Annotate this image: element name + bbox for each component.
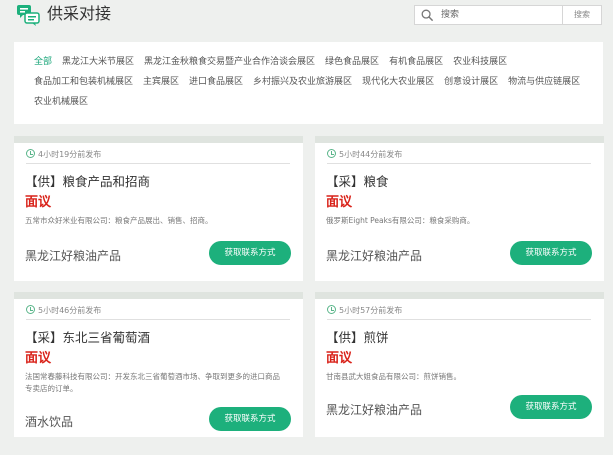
listing-title[interactable]: 【供】煎饼 (326, 327, 389, 346)
divider (327, 163, 591, 164)
search-icon (421, 9, 434, 22)
get-contact-button[interactable]: 获取联系方式 (510, 241, 592, 265)
listing-card[interactable]: 5小时57分前发布【供】煎饼面议甘南县武大姐食品有限公司：煎饼销售。黑龙江好粮油… (315, 292, 604, 437)
category-item[interactable]: 乡村振兴及农业旅游展区 (253, 72, 352, 92)
category-item[interactable]: 进口食品展区 (189, 72, 243, 92)
get-contact-button[interactable]: 获取联系方式 (209, 407, 291, 431)
price-label: 面议 (25, 195, 52, 210)
category-item[interactable]: 物流与供应链展区 (508, 72, 580, 92)
listing-description: 俄罗斯Eight Peaks有限公司：粮食采购商。 (326, 216, 475, 225)
publish-time-text: 4小时19分前发布 (38, 150, 102, 159)
listing-description: 甘南县武大姐食品有限公司：煎饼销售。 (326, 372, 461, 381)
publish-time: 5小时46分前发布 (26, 305, 101, 317)
category-item[interactable]: 黑龙江大米节展区 (62, 52, 134, 72)
divider (26, 319, 290, 320)
page-title: 供采对接 (47, 4, 112, 23)
listing-card[interactable]: 5小时44分前发布【采】粮食面议俄罗斯Eight Peaks有限公司：粮食采购商… (315, 136, 604, 281)
get-contact-button[interactable]: 获取联系方式 (510, 395, 592, 419)
listing-description: 五常市众好米业有限公司：粮食产品展出、销售、招商。 (25, 216, 213, 225)
listing-card[interactable]: 4小时19分前发布【供】粮食产品和招商面议五常市众好米业有限公司：粮食产品展出、… (14, 136, 303, 281)
publish-time: 5小时57分前发布 (327, 305, 402, 317)
chat-bubbles-icon (17, 5, 40, 26)
clock-icon (327, 305, 336, 314)
category-item[interactable]: 现代化大农业展区 (362, 72, 434, 92)
product-category: 黑龙江好粮油产品 (326, 403, 423, 417)
get-contact-button[interactable]: 获取联系方式 (209, 241, 291, 265)
clock-icon (26, 305, 35, 314)
category-filter-panel: 全部 黑龙江大米节展区 黑龙江金秋粮食交易暨产业合作洽谈会展区 绿色食品展区 有机食品展… (14, 42, 603, 124)
price-label: 面议 (326, 195, 353, 210)
divider (26, 163, 290, 164)
product-category: 黑龙江好粮油产品 (25, 249, 122, 263)
publish-time-text: 5小时57分前发布 (339, 306, 403, 315)
search-button[interactable]: 搜索 (562, 5, 602, 25)
category-item[interactable]: 有机食品展区 (389, 52, 443, 72)
publish-time: 5小时44分前发布 (327, 149, 402, 161)
listing-title[interactable]: 【采】粮食 (326, 171, 389, 190)
category-item[interactable]: 绿色食品展区 (325, 52, 379, 72)
category-item[interactable]: 全部 (34, 52, 52, 72)
clock-icon (327, 149, 336, 158)
publish-time-text: 5小时44分前发布 (339, 150, 403, 159)
listing-title[interactable]: 【采】东北三省葡萄酒 (25, 327, 150, 346)
publish-time: 4小时19分前发布 (26, 149, 101, 161)
page-header: 供采对接 搜索 (0, 0, 613, 32)
category-item[interactable]: 主宾展区 (143, 72, 179, 92)
category-list: 全部 黑龙江大米节展区 黑龙江金秋粮食交易暨产业合作洽谈会展区 绿色食品展区 有机食品展… (34, 52, 594, 112)
category-item[interactable]: 创意设计展区 (444, 72, 498, 92)
search-box (414, 5, 562, 25)
category-item[interactable]: 农业机械展区 (34, 92, 88, 112)
category-item[interactable]: 食品加工和包装机械展区 (34, 72, 133, 92)
category-item[interactable]: 农业科技展区 (453, 52, 507, 72)
price-label: 面议 (25, 351, 52, 366)
listing-card[interactable]: 5小时46分前发布【采】东北三省葡萄酒面议法国常春藤科技有限公司：开发东北三省葡… (14, 292, 303, 437)
listing-title[interactable]: 【供】粮食产品和招商 (25, 171, 150, 190)
product-category: 酒水饮品 (25, 415, 74, 429)
listing-description: 法国常春藤科技有限公司：开发东北三省葡萄酒市场、争取到更多的进口商品专卖店的订单… (25, 372, 280, 393)
category-item[interactable]: 黑龙江金秋粮食交易暨产业合作洽谈会展区 (144, 52, 315, 72)
search-input[interactable] (441, 6, 559, 24)
product-category: 黑龙江好粮油产品 (326, 249, 423, 263)
publish-time-text: 5小时46分前发布 (38, 306, 102, 315)
clock-icon (26, 149, 35, 158)
price-label: 面议 (326, 351, 353, 366)
divider (327, 319, 591, 320)
